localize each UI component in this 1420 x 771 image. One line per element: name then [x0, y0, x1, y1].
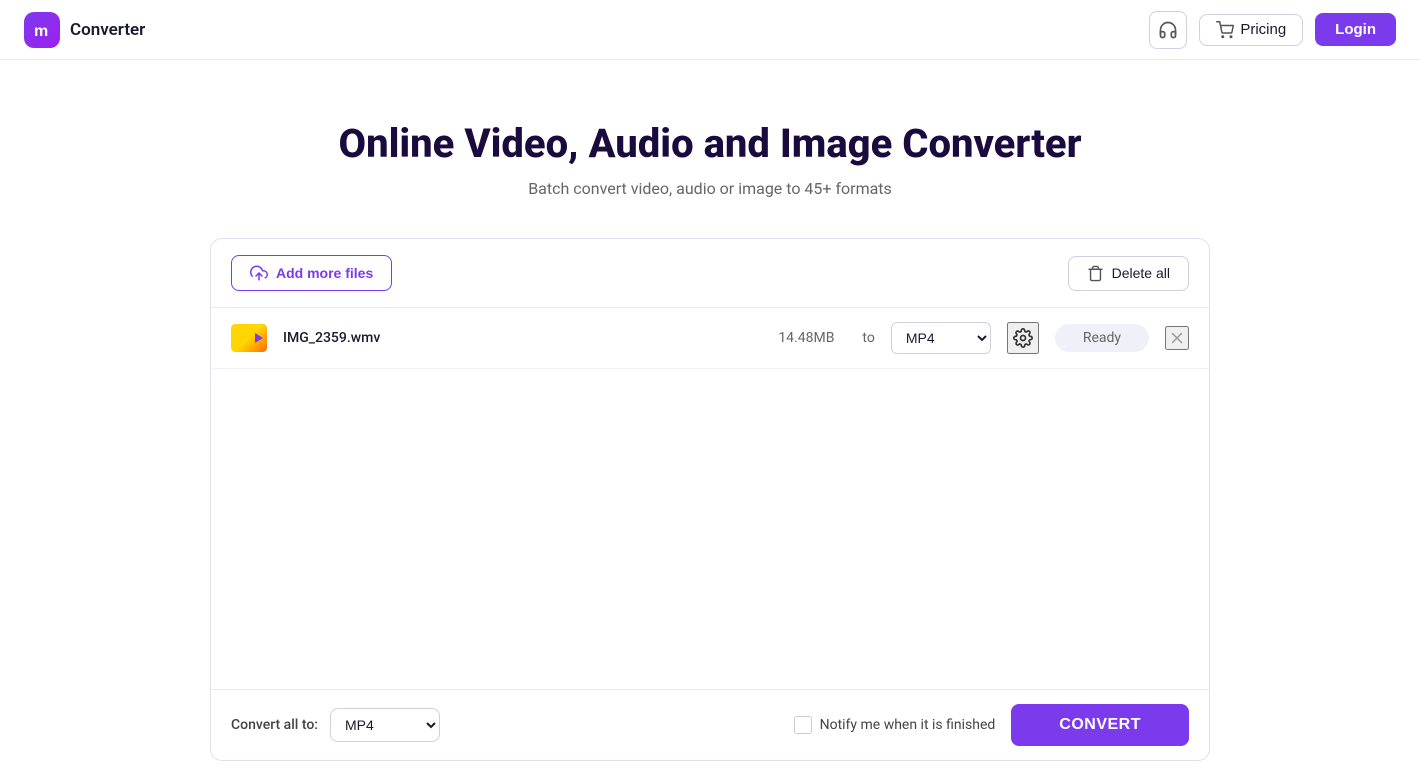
convert-all-section: Convert all to: MP4 AVI MOV MKV WMV FLV … — [231, 708, 440, 742]
file-thumbnail — [231, 324, 267, 352]
empty-area — [211, 369, 1209, 689]
file-format-select[interactable]: MP4 AVI MOV MKV WMV FLV WebM MP3 AAC WAV — [891, 322, 991, 354]
notify-checkbox[interactable] — [794, 716, 812, 734]
brand-name: Converter — [70, 20, 145, 40]
delete-all-label: Delete all — [1112, 265, 1170, 281]
support-button[interactable] — [1149, 11, 1187, 49]
header-actions: Pricing Login — [1149, 11, 1396, 49]
hero-section: Online Video, Audio and Image Converter … — [0, 60, 1420, 238]
status-badge: Ready — [1055, 324, 1149, 352]
login-button[interactable]: Login — [1315, 13, 1396, 46]
close-icon — [1168, 329, 1186, 347]
hero-subtitle: Batch convert video, audio or image to 4… — [20, 179, 1400, 198]
notify-section: Notify me when it is finished — [794, 716, 996, 734]
svg-text:m: m — [34, 23, 48, 40]
file-size: 14.48MB — [766, 330, 846, 346]
converter-card: Add more files Delete all IMG_2359.wmv 1… — [210, 238, 1210, 761]
notify-label: Notify me when it is finished — [820, 717, 996, 733]
footer-right: Notify me when it is finished CONVERT — [794, 704, 1189, 746]
remove-file-button[interactable] — [1165, 326, 1189, 350]
file-name: IMG_2359.wmv — [283, 330, 750, 346]
card-toolbar: Add more files Delete all — [211, 239, 1209, 308]
hero-title: Online Video, Audio and Image Converter — [20, 120, 1400, 167]
to-label: to — [862, 330, 874, 346]
pricing-label: Pricing — [1240, 21, 1286, 38]
gear-icon — [1013, 328, 1033, 348]
add-files-label: Add more files — [276, 265, 373, 281]
trash-icon — [1087, 265, 1104, 282]
table-row: IMG_2359.wmv 14.48MB to MP4 AVI MOV MKV … — [211, 308, 1209, 369]
convert-all-label: Convert all to: — [231, 717, 318, 733]
delete-all-button[interactable]: Delete all — [1068, 256, 1189, 291]
upload-icon — [250, 264, 268, 282]
brand-section: m Converter — [24, 12, 145, 48]
pricing-button[interactable]: Pricing — [1199, 14, 1303, 46]
header: m Converter Pricing Login — [0, 0, 1420, 60]
logo-icon: m — [24, 12, 60, 48]
convert-button[interactable]: CONVERT — [1011, 704, 1189, 746]
headset-icon — [1158, 20, 1178, 40]
add-files-button[interactable]: Add more files — [231, 255, 392, 291]
cart-icon — [1216, 21, 1234, 39]
settings-button[interactable] — [1007, 322, 1039, 354]
footer-bar: Convert all to: MP4 AVI MOV MKV WMV FLV … — [211, 689, 1209, 760]
convert-all-format-select[interactable]: MP4 AVI MOV MKV WMV FLV WebM MP3 AAC WAV — [330, 708, 440, 742]
file-list: IMG_2359.wmv 14.48MB to MP4 AVI MOV MKV … — [211, 308, 1209, 689]
